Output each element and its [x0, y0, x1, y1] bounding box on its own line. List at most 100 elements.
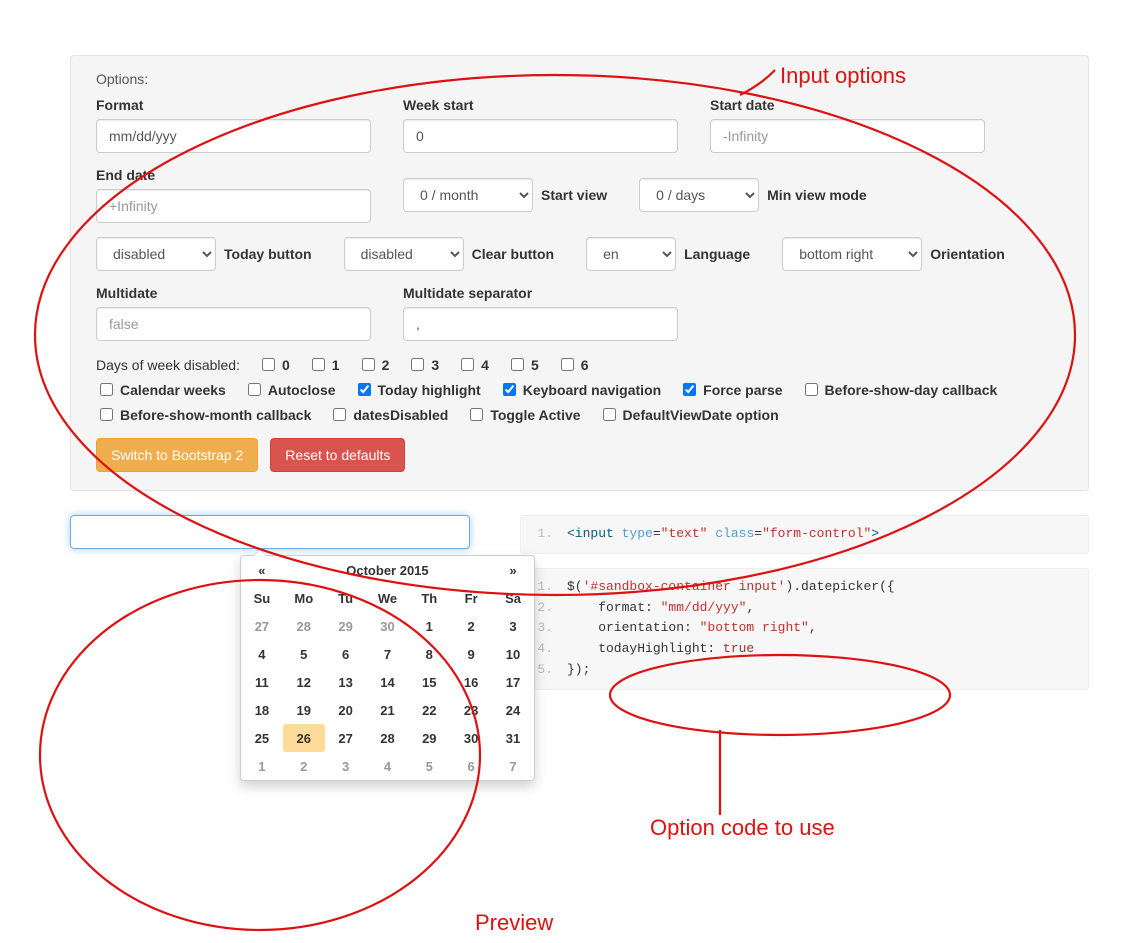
before-show-month-label: Before-show-month callback [120, 407, 311, 423]
weekstart-label: Week start [403, 97, 678, 113]
datepicker-day[interactable]: 3 [325, 752, 367, 780]
datepicker-day[interactable]: 15 [408, 668, 450, 696]
datepicker-day[interactable]: 29 [325, 612, 367, 640]
toggle-active-label: Toggle Active [490, 407, 580, 423]
datepicker-day[interactable]: 23 [450, 696, 492, 724]
code-text: <input [567, 526, 622, 541]
switch-bootstrap-button[interactable]: Switch to Bootstrap 2 [96, 438, 258, 472]
datepicker-dow: Sa [492, 584, 534, 612]
datepicker-day[interactable]: 27 [325, 724, 367, 752]
datepicker-day[interactable]: 27 [241, 612, 283, 640]
datepicker-day[interactable]: 25 [241, 724, 283, 752]
datepicker-day[interactable]: 2 [450, 612, 492, 640]
datepicker-day[interactable]: 19 [283, 696, 325, 724]
multidate-input[interactable] [96, 307, 371, 341]
dow-0-checkbox[interactable] [262, 358, 275, 371]
clearbtn-select[interactable]: disabled [344, 237, 464, 271]
annotation-option-code: Option code to use [650, 815, 835, 841]
minviewmode-label: Min view mode [767, 187, 867, 203]
options-panel: Options: Format Week start Start date En… [70, 55, 1089, 491]
datepicker-day[interactable]: 6 [450, 752, 492, 780]
datepicker-day[interactable]: 3 [492, 612, 534, 640]
enddate-input[interactable] [96, 189, 371, 223]
datepicker-day[interactable]: 12 [283, 668, 325, 696]
datepicker-day[interactable]: 30 [450, 724, 492, 752]
datepicker-title[interactable]: October 2015 [283, 556, 492, 584]
datepicker-day[interactable]: 18 [241, 696, 283, 724]
datepicker-day[interactable]: 26 [283, 724, 325, 752]
dow-5-checkbox[interactable] [511, 358, 524, 371]
datepicker-day[interactable]: 1 [241, 752, 283, 780]
dow-6-checkbox[interactable] [561, 358, 574, 371]
datepicker-day[interactable]: 4 [367, 752, 409, 780]
autoclose-checkbox[interactable] [248, 383, 261, 396]
datepicker-day[interactable]: 24 [492, 696, 534, 724]
datepicker-day[interactable]: 2 [283, 752, 325, 780]
datepicker-day[interactable]: 22 [408, 696, 450, 724]
datepicker-day[interactable]: 21 [367, 696, 409, 724]
datepicker-day[interactable]: 5 [283, 640, 325, 668]
minviewmode-select[interactable]: 0 / days [639, 178, 759, 212]
default-view-date-checkbox[interactable] [603, 408, 616, 421]
preview-input[interactable] [70, 515, 470, 549]
datepicker-day[interactable]: 28 [367, 724, 409, 752]
datepicker-day[interactable]: 7 [367, 640, 409, 668]
format-input[interactable] [96, 119, 371, 153]
clearbtn-label: Clear button [472, 246, 554, 262]
dow-disabled-label: Days of week disabled: [96, 357, 240, 373]
datepicker-day[interactable]: 30 [367, 612, 409, 640]
enddate-label: End date [96, 167, 371, 183]
datepicker-day[interactable]: 16 [450, 668, 492, 696]
force-parse-label: Force parse [703, 382, 782, 398]
datepicker-day[interactable]: 11 [241, 668, 283, 696]
datepicker-popup: « October 2015 » SuMoTuWeThFrSa 27282930… [240, 555, 535, 781]
datepicker-day[interactable]: 6 [325, 640, 367, 668]
datepicker-day[interactable]: 29 [408, 724, 450, 752]
datepicker-day[interactable]: 31 [492, 724, 534, 752]
before-show-month-checkbox[interactable] [100, 408, 113, 421]
dow-disabled-row: Days of week disabled: 0 1 2 3 4 5 6 [96, 355, 1063, 374]
dates-disabled-checkbox[interactable] [333, 408, 346, 421]
startdate-input[interactable] [710, 119, 985, 153]
dow-2-checkbox[interactable] [362, 358, 375, 371]
datepicker-day[interactable]: 5 [408, 752, 450, 780]
datepicker-day[interactable]: 10 [492, 640, 534, 668]
code-block-html: 1.<input type="text" class="form-control… [520, 515, 1089, 554]
datepicker-day[interactable]: 13 [325, 668, 367, 696]
annotation-preview: Preview [475, 910, 553, 936]
dow-3-checkbox[interactable] [411, 358, 424, 371]
startview-select[interactable]: 0 / month [403, 178, 533, 212]
weekstart-input[interactable] [403, 119, 678, 153]
options-title: Options: [96, 71, 1063, 87]
datepicker-day[interactable]: 9 [450, 640, 492, 668]
datepicker-day[interactable]: 17 [492, 668, 534, 696]
datepicker-day[interactable]: 20 [325, 696, 367, 724]
datepicker-day[interactable]: 14 [367, 668, 409, 696]
orientation-select[interactable]: bottom right [782, 237, 922, 271]
datepicker-dow: Su [241, 584, 283, 612]
datepicker-next-button[interactable]: » [492, 556, 534, 584]
toggle-active-checkbox[interactable] [470, 408, 483, 421]
datepicker-day[interactable]: 4 [241, 640, 283, 668]
datepicker-day[interactable]: 8 [408, 640, 450, 668]
dow-1-checkbox[interactable] [312, 358, 325, 371]
keyboard-nav-label: Keyboard navigation [523, 382, 661, 398]
force-parse-checkbox[interactable] [683, 383, 696, 396]
before-show-day-label: Before-show-day callback [825, 382, 998, 398]
language-select[interactable]: en [586, 237, 676, 271]
before-show-day-checkbox[interactable] [805, 383, 818, 396]
reset-defaults-button[interactable]: Reset to defaults [270, 438, 405, 472]
today-highlight-checkbox[interactable] [358, 383, 371, 396]
keyboard-nav-checkbox[interactable] [503, 383, 516, 396]
dates-disabled-label: datesDisabled [353, 407, 448, 423]
datepicker-day[interactable]: 7 [492, 752, 534, 780]
datepicker-prev-button[interactable]: « [241, 556, 283, 584]
multidate-sep-input[interactable] [403, 307, 678, 341]
dow-4-checkbox[interactable] [461, 358, 474, 371]
datepicker-day[interactable]: 1 [408, 612, 450, 640]
datepicker-day[interactable]: 28 [283, 612, 325, 640]
todaybtn-select[interactable]: disabled [96, 237, 216, 271]
calendar-weeks-checkbox[interactable] [100, 383, 113, 396]
datepicker-dow: We [367, 584, 409, 612]
today-highlight-label: Today highlight [378, 382, 481, 398]
